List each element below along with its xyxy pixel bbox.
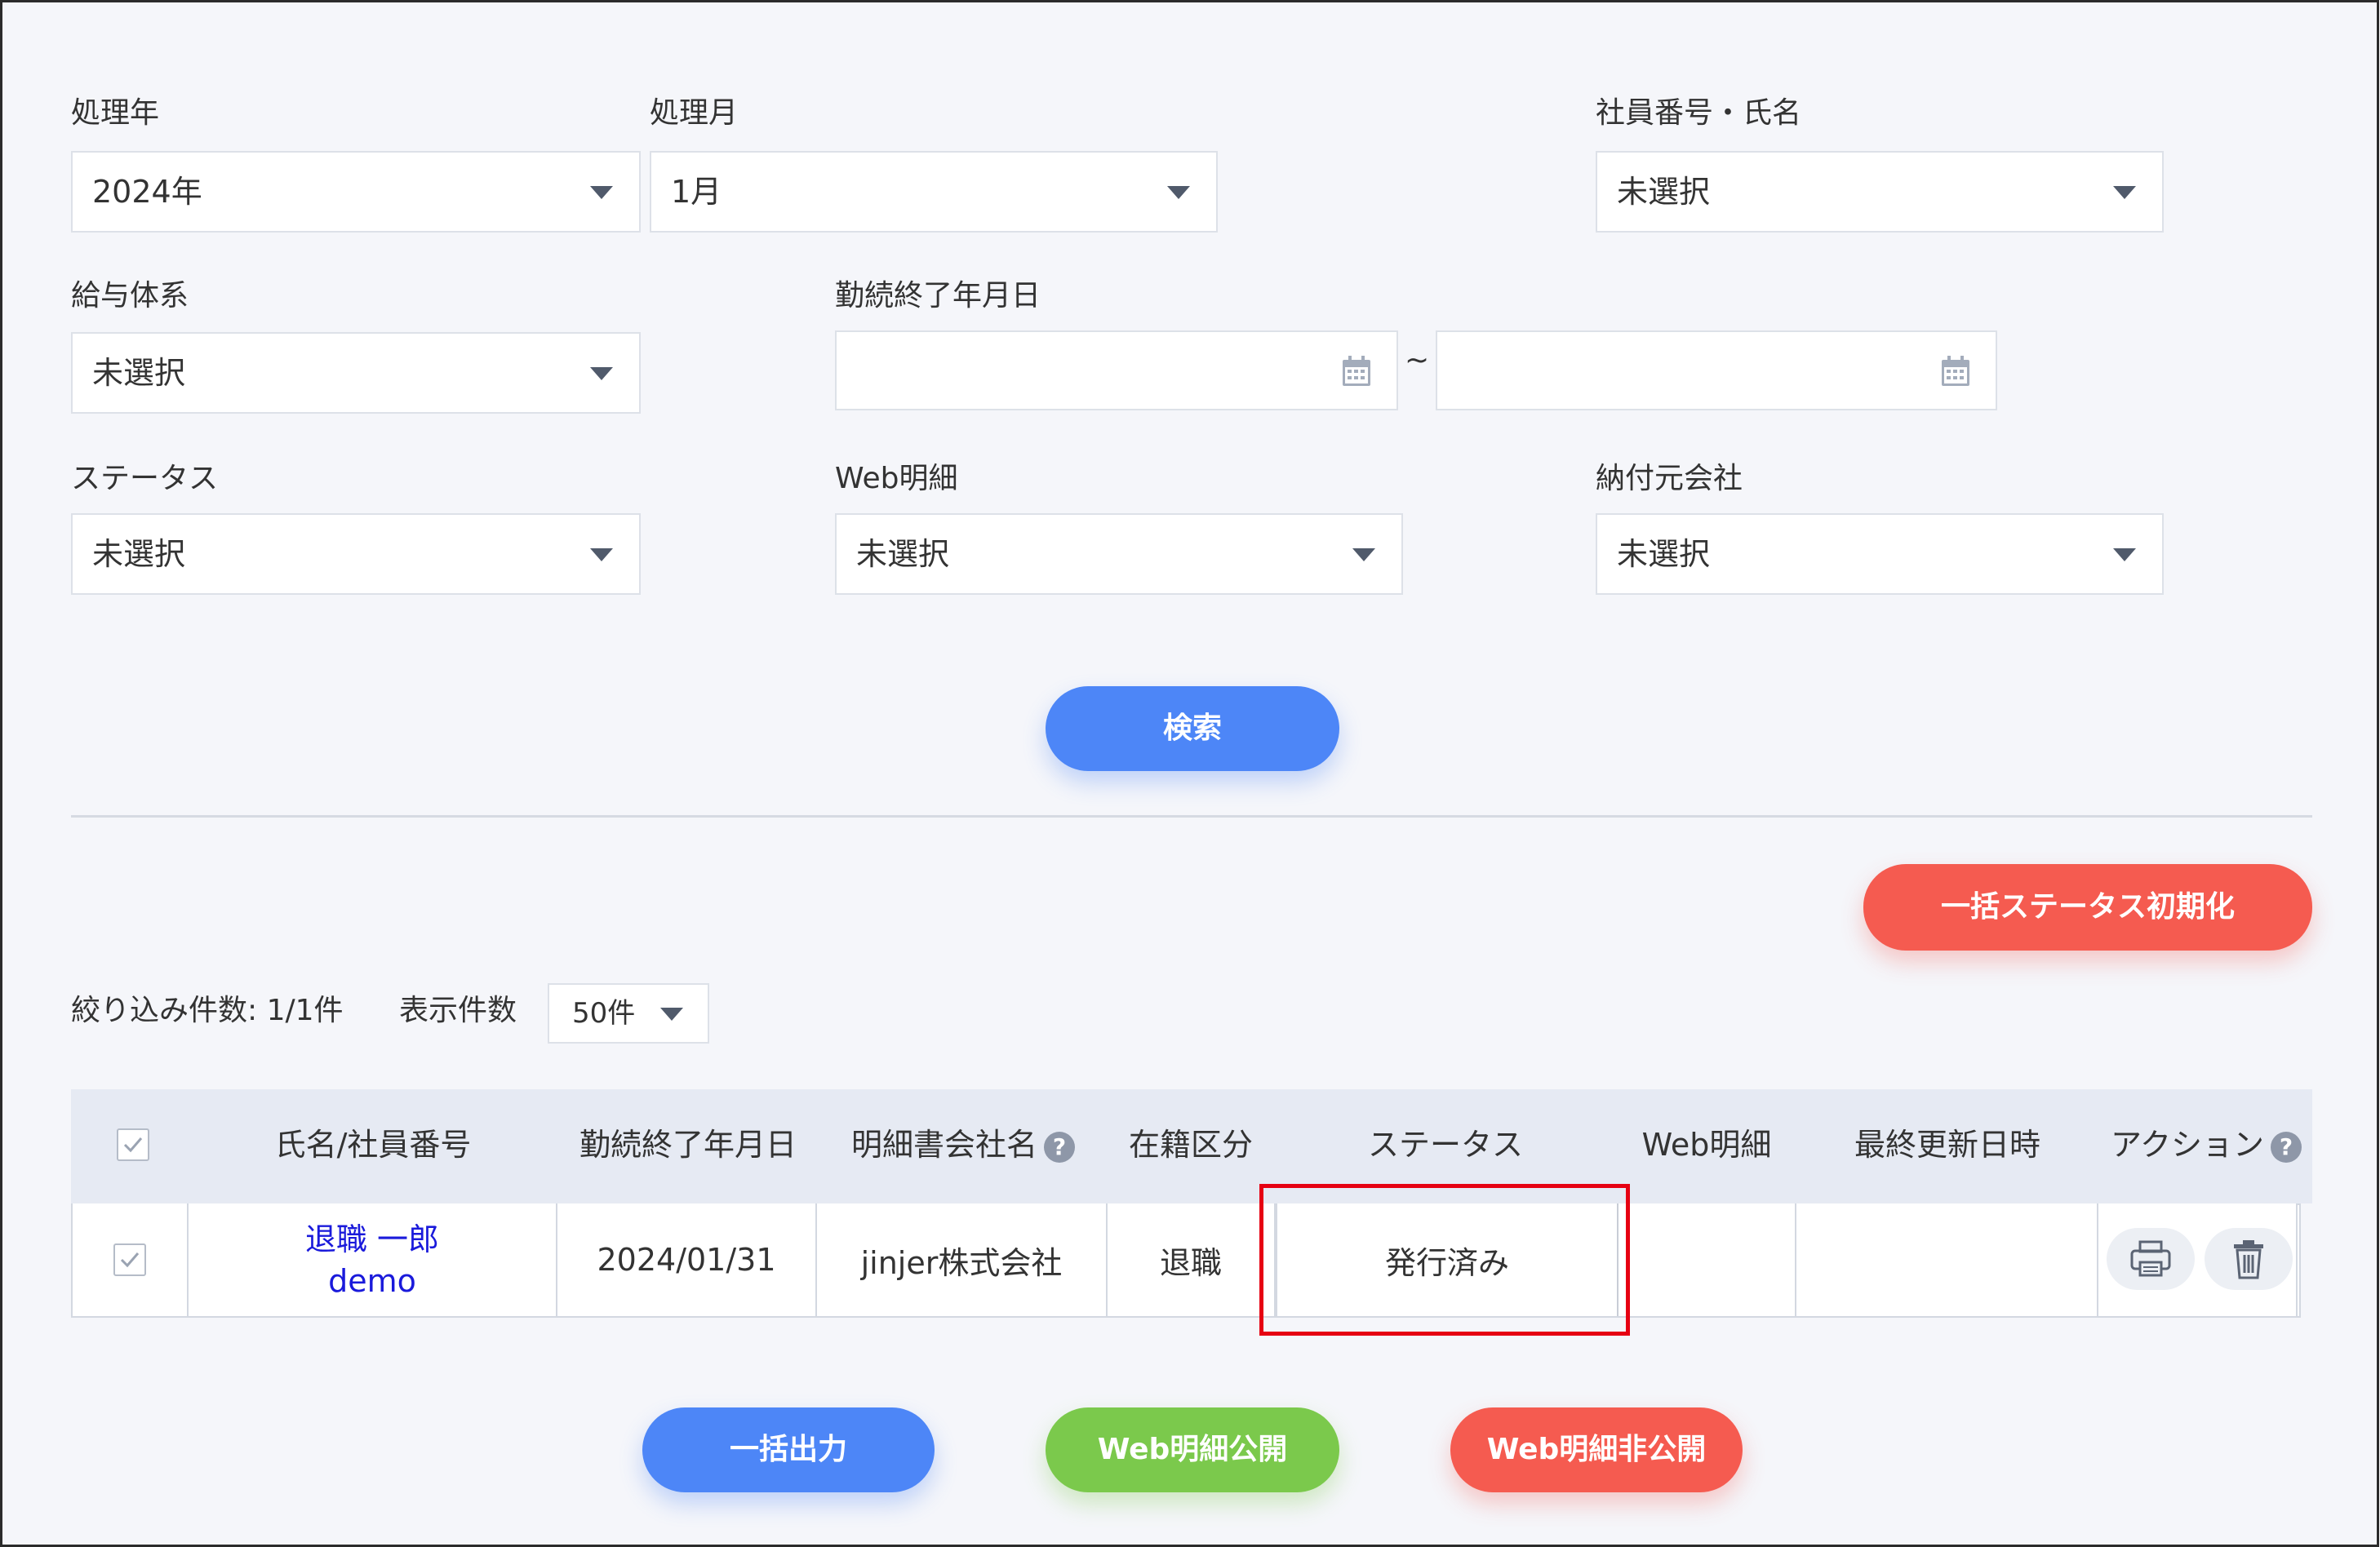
per-page-label: 表示件数 xyxy=(399,994,517,1027)
header-company: 明細書会社名? xyxy=(819,1089,1108,1200)
salary-system-select[interactable]: 未選択 xyxy=(71,332,641,414)
web-statement-publish-button[interactable]: Web明細公開 xyxy=(1046,1407,1339,1492)
row-web-cell xyxy=(1618,1203,1796,1316)
delete-button[interactable] xyxy=(2205,1228,2293,1290)
per-page-value: 50件 xyxy=(572,997,636,1030)
chevron-down-icon xyxy=(590,186,613,199)
end-date-from-input[interactable] xyxy=(835,330,1398,410)
filtered-count: 絞り込み件数: 1/1件 xyxy=(71,994,344,1027)
end-date-label: 勤続終了年月日 xyxy=(835,279,1041,313)
chevron-down-icon xyxy=(590,367,613,380)
month-label: 処理月 xyxy=(650,96,739,130)
header-web[interactable]: Web明細 xyxy=(1618,1089,1795,1200)
payment-company-value: 未選択 xyxy=(1617,536,1711,572)
row-company-cell: jinjer株式会社 xyxy=(817,1203,1108,1316)
row-checkbox-cell xyxy=(73,1203,189,1316)
employee-select[interactable]: 未選択 xyxy=(1596,151,2164,233)
header-enrollment[interactable]: 在籍区分 xyxy=(1109,1089,1272,1200)
salary-system-value: 未選択 xyxy=(92,355,186,391)
help-icon[interactable]: ? xyxy=(1044,1131,1075,1163)
calendar-icon[interactable] xyxy=(1341,355,1372,388)
payment-company-label: 納付元会社 xyxy=(1596,462,1743,495)
year-value: 2024年 xyxy=(92,174,202,210)
chevron-down-icon xyxy=(2113,186,2136,199)
status-label: ステータス xyxy=(71,462,219,495)
header-company-label[interactable]: 明細書会社名 xyxy=(851,1127,1037,1163)
search-button[interactable]: 検索 xyxy=(1046,686,1339,771)
chevron-down-icon xyxy=(660,1008,683,1021)
row-enrollment-cell: 退職 xyxy=(1108,1203,1276,1316)
year-label: 処理年 xyxy=(71,96,160,130)
web-statement-select[interactable]: 未選択 xyxy=(835,513,1403,595)
month-value: 1月 xyxy=(671,174,722,210)
chevron-down-icon xyxy=(1352,548,1375,561)
chevron-down-icon xyxy=(590,548,613,561)
web-statement-label: Web明細 xyxy=(835,462,958,495)
web-statement-unpublish-button[interactable]: Web明細非公開 xyxy=(1450,1407,1743,1492)
employee-value: 未選択 xyxy=(1617,174,1711,210)
employee-number-link[interactable]: demo xyxy=(328,1261,416,1301)
select-all-checkbox[interactable] xyxy=(117,1128,149,1161)
header-updated[interactable]: 最終更新日時 xyxy=(1796,1089,2098,1200)
bulk-export-button[interactable]: 一括出力 xyxy=(642,1407,935,1492)
printer-icon xyxy=(2130,1240,2171,1277)
help-icon[interactable]: ? xyxy=(2271,1131,2302,1163)
chevron-down-icon xyxy=(2113,548,2136,561)
month-select[interactable]: 1月 xyxy=(650,151,1218,233)
payment-company-select[interactable]: 未選択 xyxy=(1596,513,2164,595)
print-button[interactable] xyxy=(2107,1228,2195,1290)
header-action-label: アクション xyxy=(2110,1127,2265,1163)
web-statement-value: 未選択 xyxy=(856,536,950,572)
divider xyxy=(71,815,2312,818)
status-value: 未選択 xyxy=(92,536,186,572)
employee-label: 社員番号・氏名 xyxy=(1596,96,1802,130)
salary-system-label: 給与体系 xyxy=(71,279,189,313)
header-end-date[interactable]: 勤続終了年月日 xyxy=(559,1089,817,1200)
trash-icon xyxy=(2234,1240,2263,1279)
status-highlight-box xyxy=(1259,1184,1630,1336)
header-name[interactable]: 氏名/社員番号 xyxy=(189,1089,557,1200)
calendar-icon[interactable] xyxy=(1940,355,1971,388)
check-icon xyxy=(120,1252,140,1268)
per-page-select[interactable]: 50件 xyxy=(548,983,709,1044)
check-icon xyxy=(123,1137,143,1153)
year-select[interactable]: 2024年 xyxy=(71,151,641,233)
employee-name-link[interactable]: 退職 一郎 xyxy=(305,1218,439,1261)
end-date-to-input[interactable] xyxy=(1436,330,1997,410)
row-end-date-cell: 2024/01/31 xyxy=(557,1203,817,1316)
header-action: アクション? xyxy=(2100,1089,2312,1200)
row-updated-cell xyxy=(1796,1203,2098,1316)
row-name-cell: 退職 一郎 demo xyxy=(189,1203,557,1316)
page-frame: 処理年 2024年 処理月 1月 社員番号・氏名 未選択 給与体系 未選択 勤続… xyxy=(0,0,2379,1547)
row-checkbox[interactable] xyxy=(113,1243,146,1276)
date-range-separator: ~ xyxy=(1405,344,1430,377)
chevron-down-icon xyxy=(1167,186,1190,199)
status-select[interactable]: 未選択 xyxy=(71,513,641,595)
bulk-status-reset-button[interactable]: 一括ステータス初期化 xyxy=(1863,864,2312,951)
